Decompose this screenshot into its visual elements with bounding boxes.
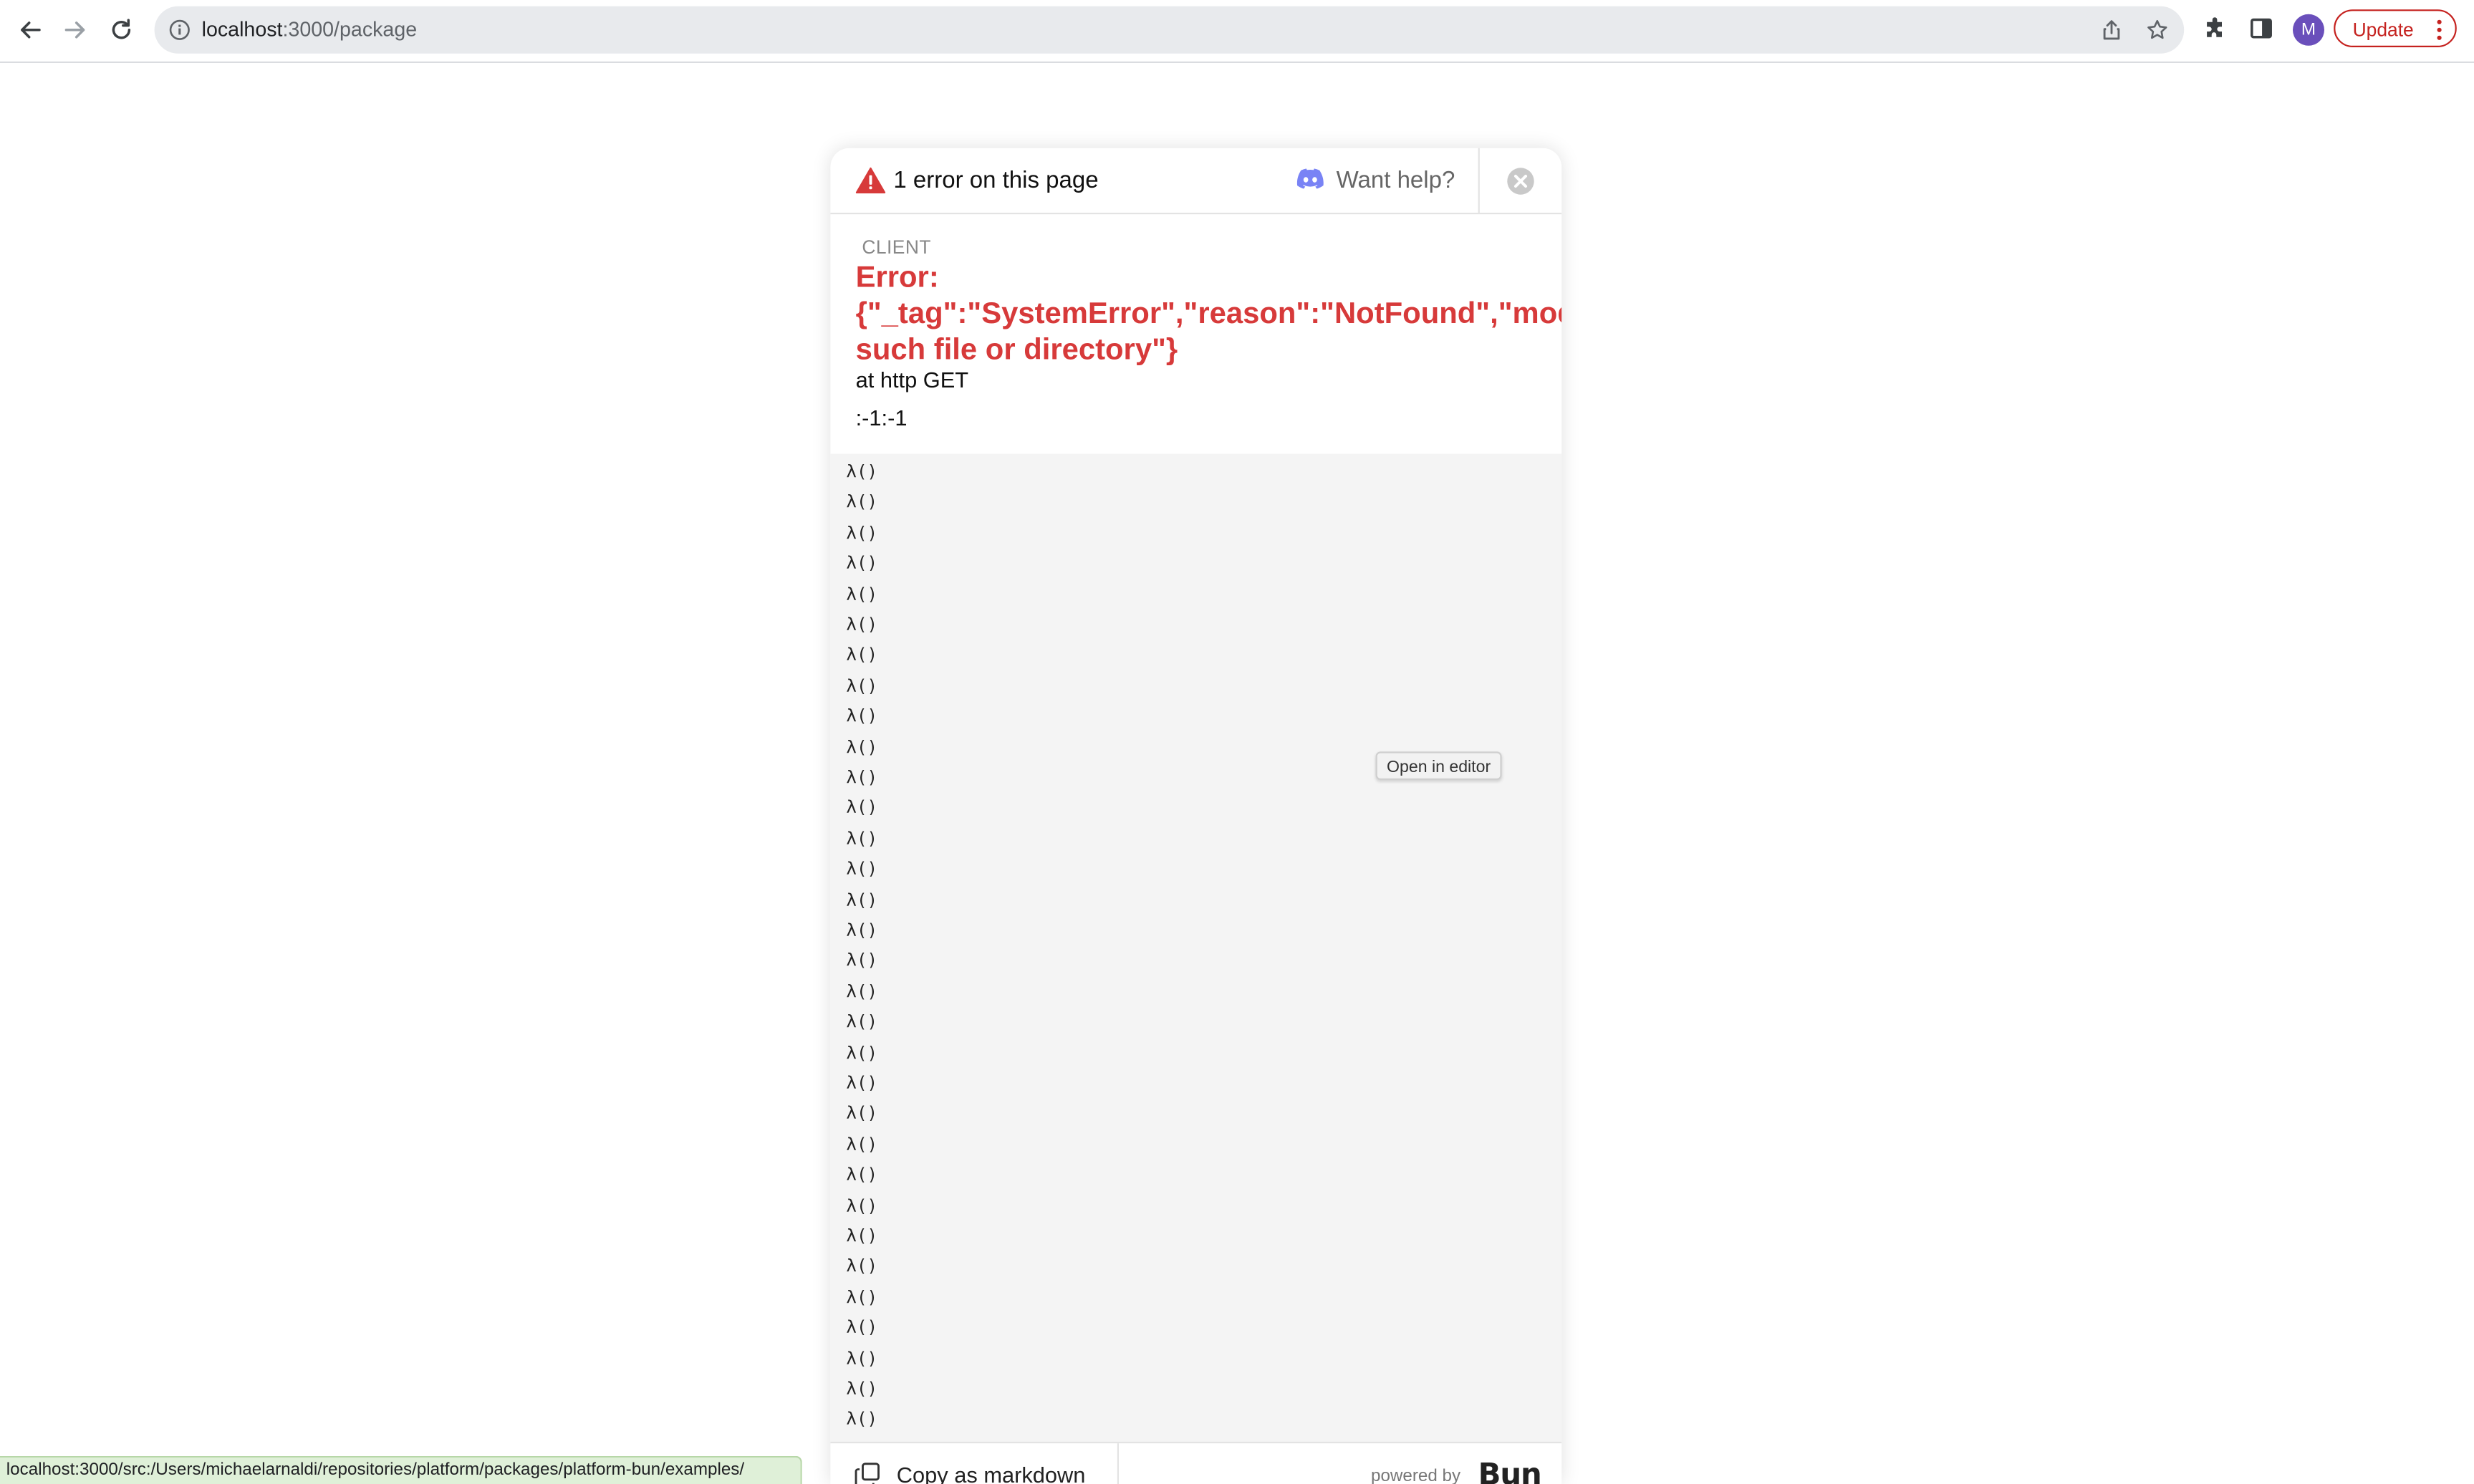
error-message: Error: {"_tag":"SystemError","reason":"N… (856, 260, 1562, 369)
overlay-footer: Copy as markdown powered by Bun (830, 1442, 1562, 1484)
stack-frame[interactable]: λ() (846, 554, 877, 576)
stack-frame[interactable]: λ() (846, 1195, 877, 1218)
error-source-label: CLIENT (862, 236, 931, 259)
reload-icon (112, 19, 131, 39)
stack-frame[interactable]: λ() (846, 1379, 877, 1401)
side-panel-icon[interactable] (2248, 16, 2273, 41)
warning-triangle-icon (855, 167, 886, 193)
status-url-bubble: localhost:3000/src:/Users/michaelarnaldi… (0, 1455, 802, 1484)
stack-frame[interactable]: λ() (846, 1043, 877, 1065)
powered-by-label: powered by (1371, 1467, 1461, 1484)
want-help-label: Want help? (1336, 167, 1455, 194)
stack-frame[interactable]: λ() (846, 675, 877, 698)
stack-frame[interactable]: λ() (846, 950, 877, 973)
stack-frame[interactable]: λ() (846, 645, 877, 668)
stack-frame[interactable]: λ() (846, 523, 877, 545)
stack-frame[interactable]: λ() (846, 706, 877, 728)
stack-frame[interactable]: λ() (846, 1104, 877, 1126)
stack-frame[interactable]: λ() (846, 829, 877, 851)
stack-frame[interactable]: λ() (846, 1073, 877, 1095)
stack-frame[interactable]: λ() (846, 492, 877, 514)
update-label: Update (2352, 19, 2414, 42)
error-overlay: 1 error on this page Want help? CLIENT E… (830, 148, 1562, 1484)
extensions-icon[interactable] (2203, 16, 2228, 41)
back-arrow-icon (21, 21, 41, 39)
stack-frame[interactable]: λ() (846, 1410, 877, 1432)
header-divider (1478, 148, 1480, 213)
stack-frame[interactable]: λ() (846, 1348, 877, 1370)
discord-icon (1296, 168, 1324, 189)
browser-toolbar: localhost:3000/package M Update (0, 0, 2474, 63)
stack-frame[interactable]: λ() (846, 767, 877, 789)
stack-frame[interactable]: λ() (846, 890, 877, 912)
stack-frame[interactable]: λ() (846, 584, 877, 606)
star-icon[interactable] (2146, 19, 2168, 41)
stack-frame[interactable]: λ() (846, 1165, 877, 1187)
update-button[interactable]: Update (2334, 9, 2457, 47)
back-button[interactable] (13, 13, 47, 47)
stack-frame[interactable]: λ() (846, 920, 877, 943)
error-position: :-1:-1 (855, 405, 908, 430)
url-path: :3000/package (282, 17, 418, 42)
stack-frame[interactable]: λ() (846, 1318, 877, 1340)
copy-as-markdown-button[interactable]: Copy as markdown (897, 1463, 1086, 1484)
error-message-line: {"_tag":"SystemError","reason":"NotFound… (855, 297, 1562, 331)
stack-frame[interactable]: λ() (846, 798, 877, 820)
stack-trace: λ() λ() λ() λ() λ() λ() λ() λ() λ() λ() λ() λ() λ() λ… (830, 453, 1562, 1442)
error-location: at http GET (855, 367, 969, 392)
stack-frame[interactable]: λ() (846, 1256, 877, 1278)
error-message-line: Error: (855, 261, 939, 295)
error-count: 1 error on this page (893, 167, 1099, 194)
bun-logo[interactable]: Bun (1478, 1458, 1542, 1484)
stack-frame[interactable]: λ() (846, 981, 877, 1003)
share-icon[interactable] (2101, 19, 2123, 41)
address-bar[interactable]: localhost:3000/package (154, 6, 2185, 54)
stack-frame[interactable]: λ() (846, 462, 877, 484)
overlay-header: 1 error on this page Want help? (830, 148, 1562, 215)
forward-button[interactable] (58, 13, 92, 47)
profile-avatar[interactable]: M (2293, 14, 2324, 46)
footer-divider (1117, 1443, 1119, 1484)
browser-window: localhost:3000/package M Update 1 error … (0, 0, 2474, 1484)
error-details: CLIENT Error: {"_tag":"SystemError","rea… (830, 214, 1562, 453)
open-in-editor-tooltip[interactable]: Open in editor (1375, 751, 1502, 780)
reload-button[interactable] (104, 13, 138, 47)
stack-frame[interactable]: λ() (846, 859, 877, 881)
forward-arrow-icon (64, 21, 85, 39)
close-circle-icon[interactable] (1505, 165, 1536, 197)
more-vertical-icon (2437, 19, 2442, 40)
copy-icon (855, 1463, 880, 1484)
url-host: localhost (201, 17, 283, 42)
stack-frame[interactable]: λ() (846, 1012, 877, 1034)
stack-frame[interactable]: λ() (846, 1134, 877, 1157)
url-text: localhost:3000/package (202, 17, 418, 42)
info-icon[interactable] (168, 19, 191, 41)
error-message-line: such file or directory"} (855, 334, 1178, 367)
stack-frame[interactable]: λ() (846, 1287, 877, 1309)
stack-frame[interactable]: λ() (846, 1226, 877, 1248)
stack-frame[interactable]: λ() (846, 615, 877, 637)
stack-frame[interactable]: λ() (846, 737, 877, 759)
